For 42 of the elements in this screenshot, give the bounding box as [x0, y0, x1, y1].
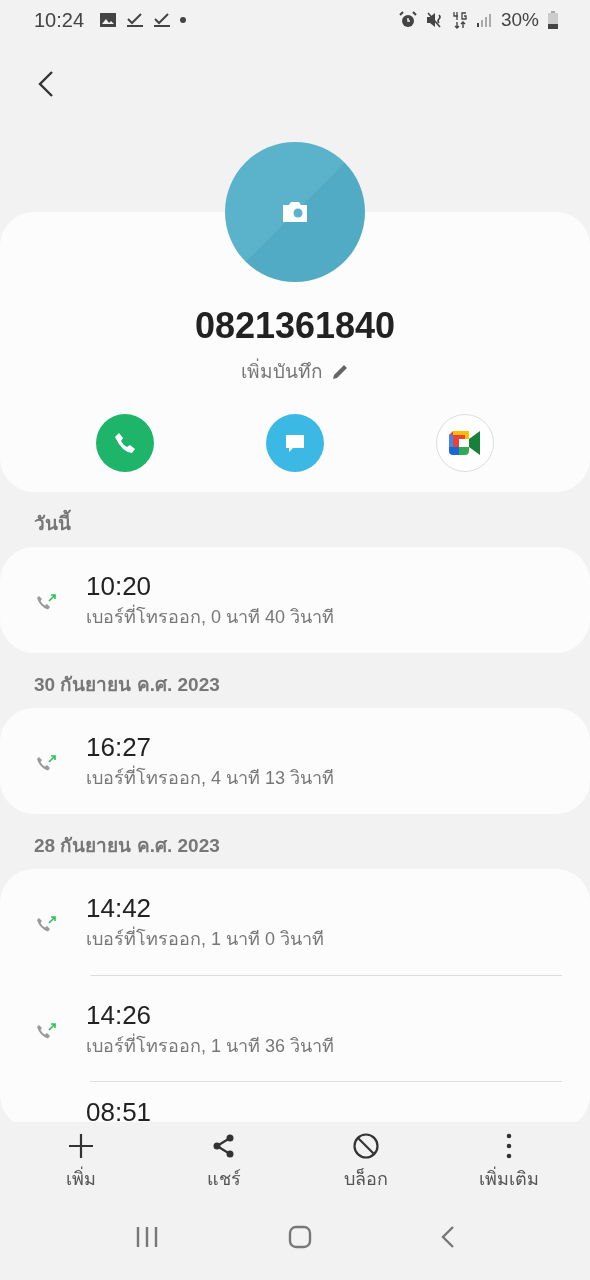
phone-number: 0821361840	[194, 304, 396, 348]
call-time: 14:42	[86, 892, 153, 924]
call-time: 08:51	[86, 1096, 152, 1122]
battery-icon	[548, 11, 558, 29]
date-header: วันนี้	[0, 492, 590, 547]
more-button[interactable]: เพิ่มเติม	[468, 1131, 549, 1193]
image-icon	[99, 12, 118, 28]
share-button[interactable]: แชร์	[183, 1131, 264, 1193]
pencil-icon	[331, 363, 349, 381]
call-time: 10:20	[86, 570, 153, 602]
call-time: 16:27	[86, 731, 153, 763]
check-icon	[153, 12, 172, 28]
block-button[interactable]: บล็อก	[326, 1131, 407, 1193]
mute-icon	[425, 11, 444, 29]
date-header: 30 กันยายน ค.ศ. 2023	[33, 673, 221, 697]
dot-icon	[180, 17, 187, 23]
block-icon	[352, 1131, 381, 1160]
add-button[interactable]: เพิ่ม	[41, 1131, 122, 1193]
date-header: 28 กันยายน ค.ศ. 2023	[33, 834, 221, 858]
video-camera-icon	[447, 429, 483, 457]
home-icon[interactable]	[288, 1225, 312, 1249]
add-note-link[interactable]: เพิ่มบันทึก	[241, 358, 349, 386]
data-icon	[452, 11, 467, 29]
check-icon	[126, 12, 145, 28]
call-button[interactable]	[96, 414, 154, 472]
call-detail: เบอร์ที่โทรออก, 1 นาที 36 วินาที	[86, 1032, 335, 1058]
signal-icon	[475, 12, 492, 28]
phone-icon	[113, 431, 137, 455]
battery-percent: 30%	[500, 9, 539, 31]
back-icon[interactable]	[38, 70, 54, 98]
status-time: 10:24	[34, 8, 85, 32]
more-icon	[505, 1131, 512, 1160]
alarm-icon	[398, 11, 417, 29]
plus-icon	[67, 1131, 96, 1160]
recent-apps-icon[interactable]	[134, 1226, 159, 1248]
camera-icon	[280, 200, 310, 224]
call-detail: เบอร์ที่โทรออก, 1 นาที 0 วินาที	[86, 926, 325, 952]
call-time: 14:26	[86, 998, 153, 1031]
call-detail: เบอร์ที่โทรออก, 4 นาที 13 วินาที	[86, 765, 335, 791]
message-button[interactable]	[266, 414, 324, 472]
back-nav-icon[interactable]	[441, 1225, 456, 1249]
call-detail: เบอร์ที่โทรออก, 0 นาที 40 วินาที	[86, 604, 335, 630]
